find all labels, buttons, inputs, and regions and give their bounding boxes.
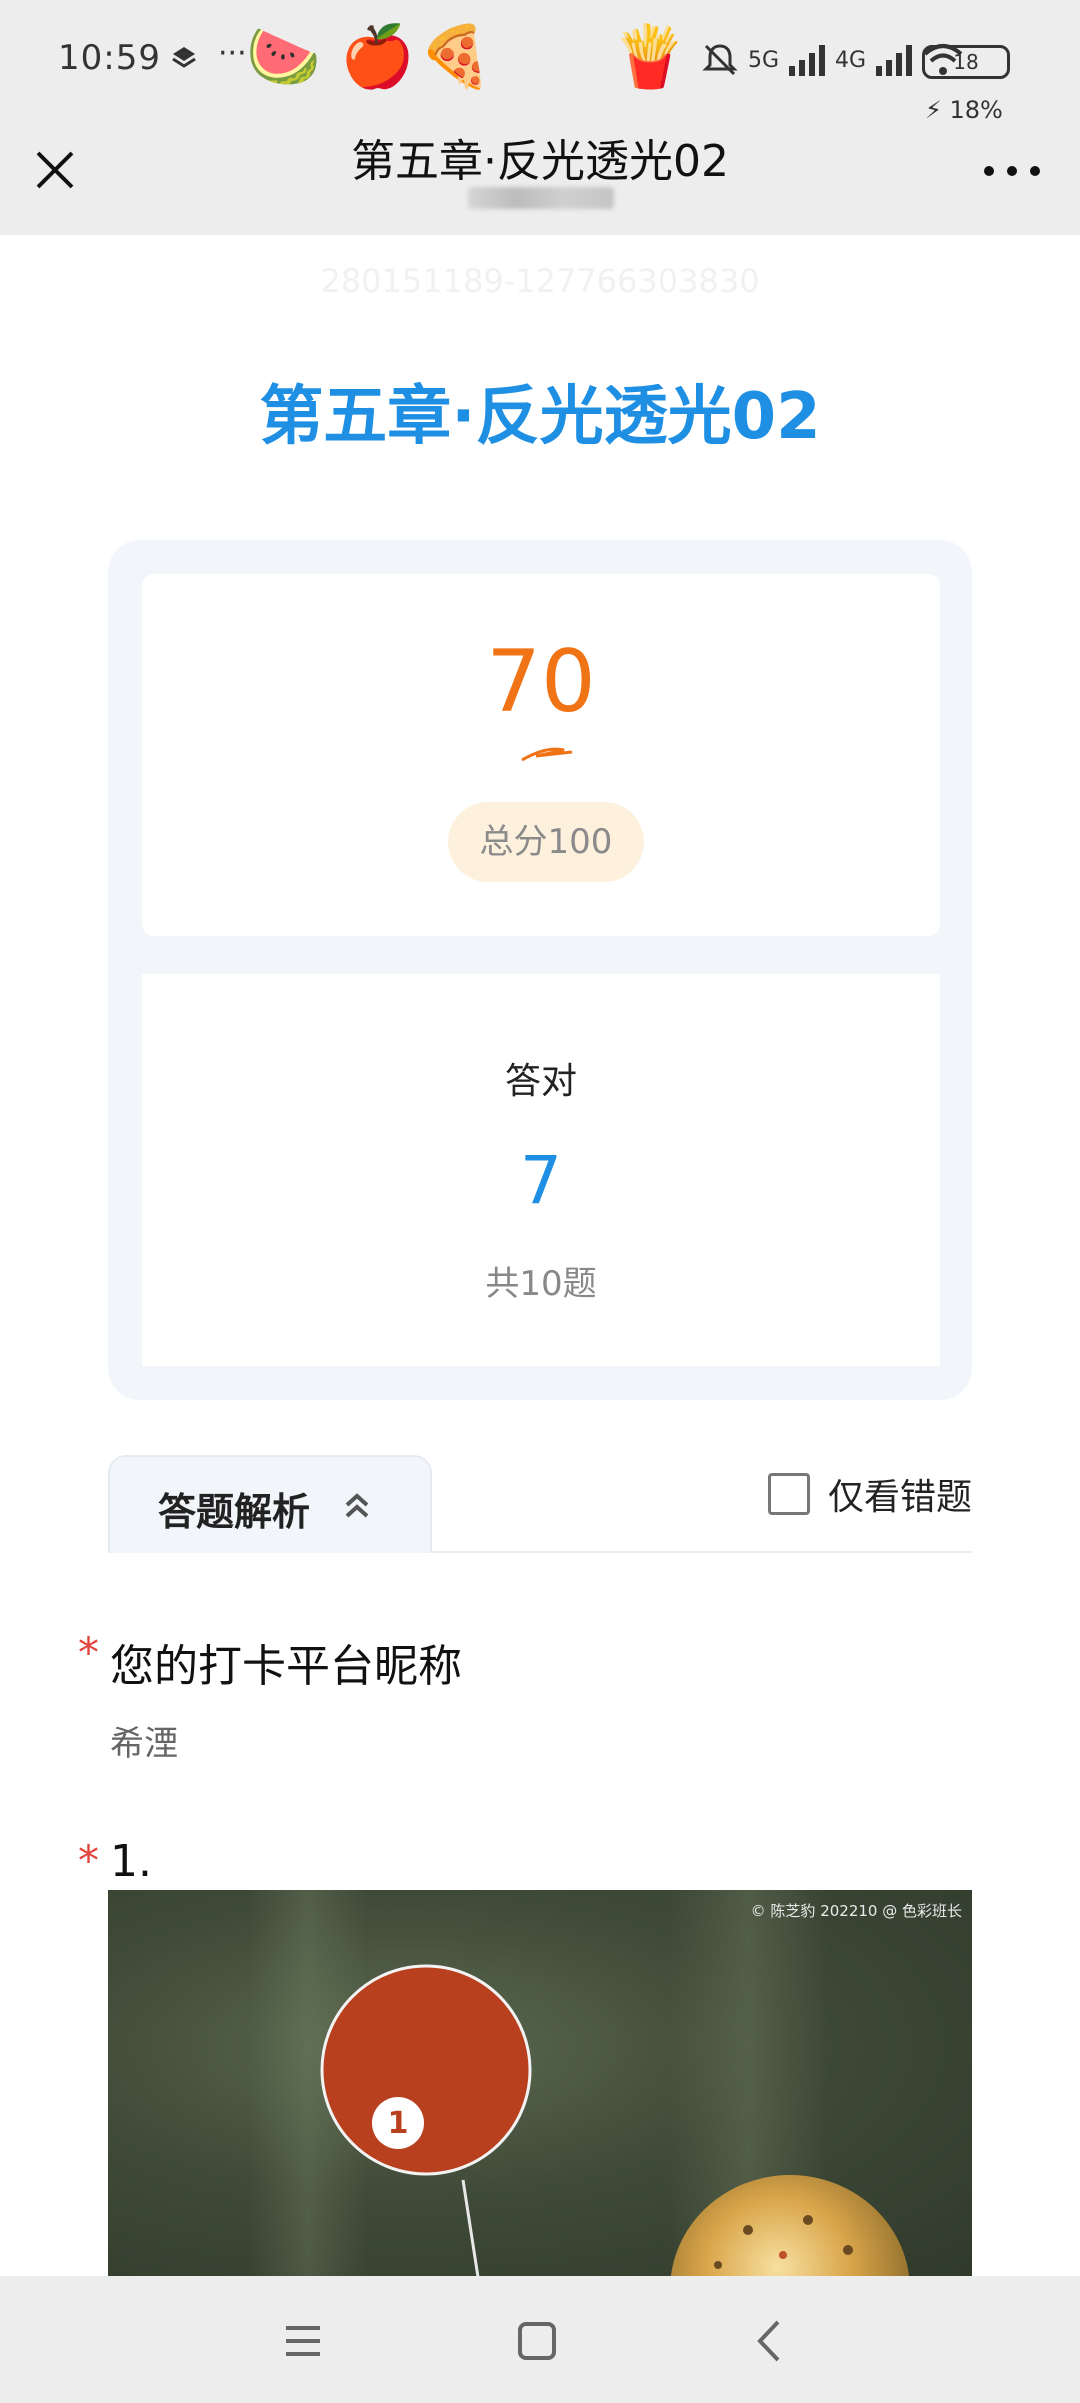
chevron-double-up-icon [345, 1493, 369, 1518]
correct-panel: 答对 7 共10题 [142, 974, 940, 1366]
page-title: 第五章·反光透光02 [259, 380, 821, 454]
result-card: 70 总分100 答对 7 共10题 [108, 540, 972, 1400]
battery-icon: 18 [922, 45, 1010, 79]
apple-icon: 🍎 [340, 22, 415, 92]
mute-bell-icon [702, 44, 738, 76]
correct-count: 7 [520, 1142, 562, 1219]
watermark-id: 280151189-127766303830 [320, 262, 760, 300]
battery-percent: ⚡ 18% [925, 96, 1003, 124]
home-icon[interactable] [512, 2316, 562, 2366]
watermelon-icon: 🍉 [246, 22, 321, 92]
tab-answer-analysis-label: 答题解析 [158, 1490, 311, 1534]
score-underline-mark [521, 747, 573, 762]
image-illustration [320, 1964, 910, 2280]
score-panel: 70 总分100 [142, 574, 940, 936]
menu-icon[interactable] [278, 2316, 328, 2366]
network-4g-label: 4G [835, 47, 867, 73]
fries-icon: 🍟 [612, 22, 687, 92]
score-value: 70 [486, 632, 596, 732]
status-bar: 10:59 ··· 🍉 🍎 🍕 🍟 5G 4G 18 ⚡ 18% [0, 0, 1080, 125]
status-time: 10:59 [58, 38, 161, 78]
question-title: 您的打卡平台昵称 [110, 1641, 462, 1692]
required-star: * [78, 1836, 99, 1885]
question-total: 共10题 [485, 1264, 597, 1304]
title-bar: 第五章·反光透光02 [0, 125, 1080, 235]
nav-title: 第五章·反光透光02 [351, 136, 729, 187]
tab-answer-analysis[interactable]: 答题解析 [108, 1455, 432, 1553]
network-5g-label: 5G [748, 47, 780, 73]
signal-icon [876, 45, 913, 76]
question-answer: 希湮 [110, 1724, 178, 1764]
only-wrong-toggle[interactable]: 仅看错题 [767, 1469, 972, 1519]
analysis-tabbar: 答题解析 仅看错题 [108, 1455, 972, 1553]
total-score-badge: 总分100 [448, 802, 644, 882]
battery-level: 18 [953, 50, 979, 74]
correct-label: 答对 [504, 1061, 577, 1102]
pizza-icon: 🍕 [418, 22, 493, 92]
marker-number: 1 [387, 2106, 409, 2141]
question-image: © 陈芝豹 202210 @ 色彩班长 1 [108, 1890, 972, 2280]
signal-icon [789, 45, 826, 76]
battery-percent-text: 18% [949, 96, 1003, 124]
more-notifications-icon: ··· [218, 36, 247, 71]
only-wrong-checkbox[interactable] [767, 1473, 810, 1515]
only-wrong-label: 仅看错题 [827, 1477, 972, 1518]
question-title: 1. [110, 1836, 152, 1887]
system-nav-bar [0, 2276, 1080, 2403]
more-icon[interactable] [984, 161, 1040, 181]
blurred-subtitle [468, 187, 614, 209]
layers-icon [172, 47, 196, 68]
back-icon[interactable] [746, 2316, 796, 2366]
charging-icon: ⚡ [925, 96, 942, 124]
required-star: * [78, 1628, 99, 1677]
